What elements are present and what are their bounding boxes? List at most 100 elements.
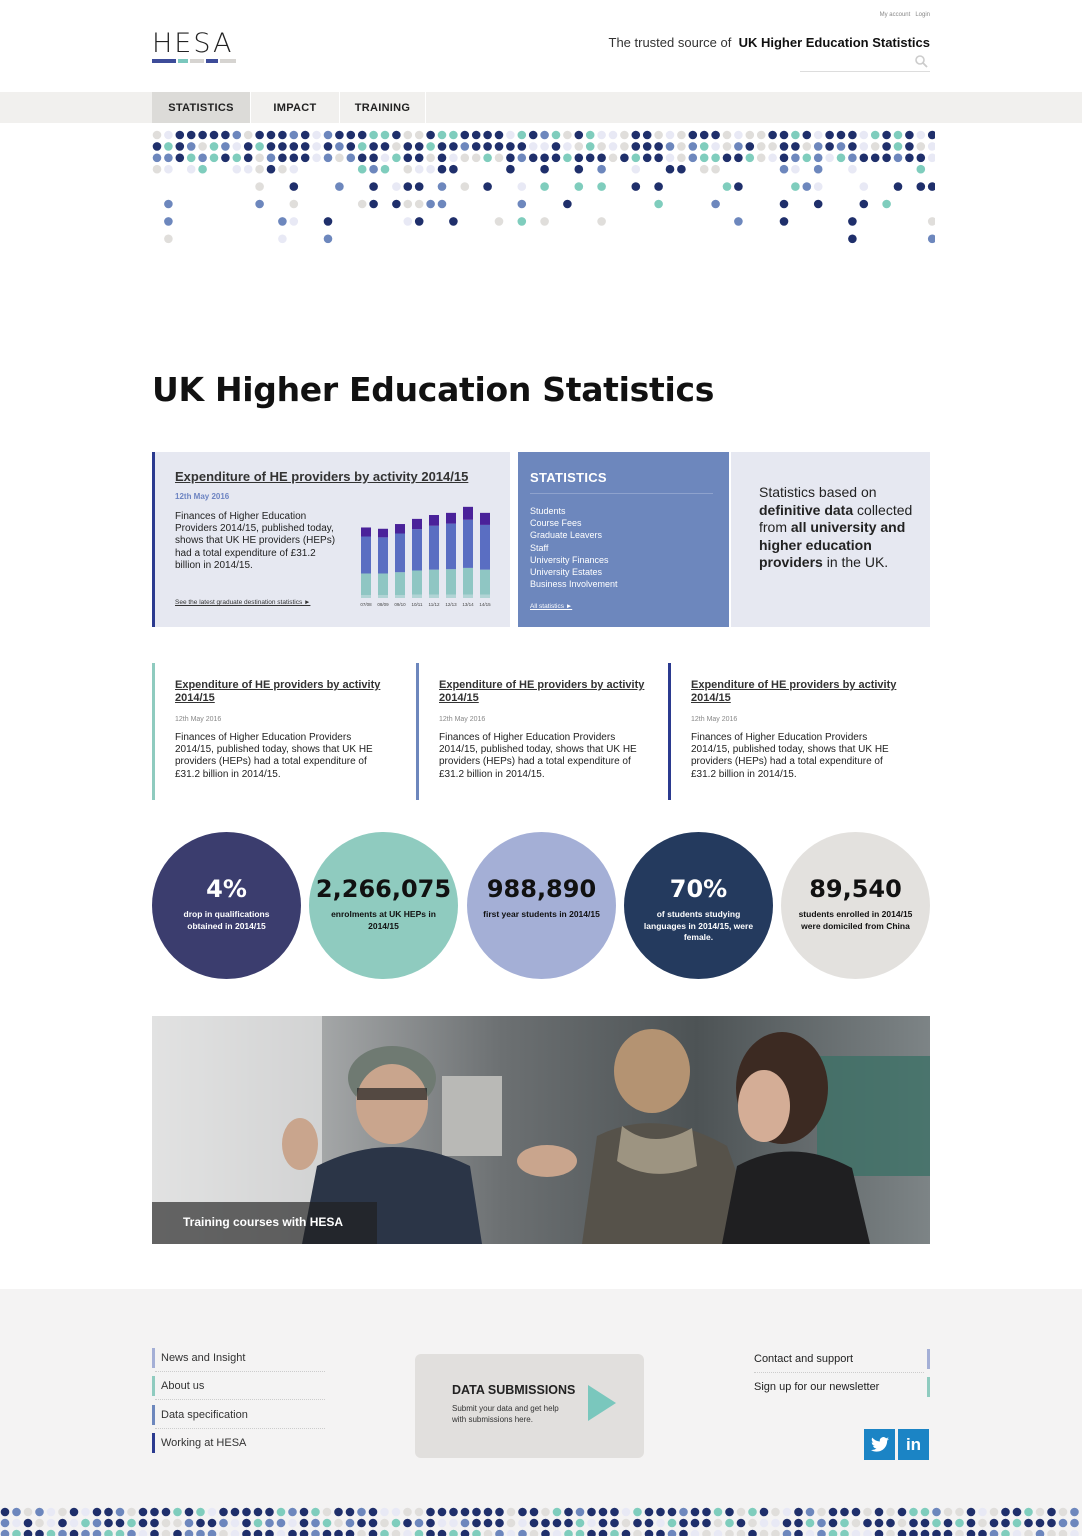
decorative-dot [312, 130, 321, 140]
all-statistics-link[interactable]: All statistics ► [530, 603, 572, 610]
statistics-item-students[interactable]: Students [530, 505, 618, 517]
footer-link-about[interactable]: About us [152, 1376, 325, 1396]
stat-value: 988,890 [486, 875, 597, 903]
decorative-dot [893, 153, 903, 163]
decorative-dot [278, 130, 287, 140]
article-title[interactable]: Expenditure of HE providers by activity … [175, 679, 385, 705]
stat-circle-qualifications: 4% drop in qualifications obtained in 20… [152, 832, 301, 979]
decorative-dot [813, 153, 823, 163]
tab-training[interactable]: TRAINING [340, 92, 426, 123]
decorative-dot [289, 153, 299, 163]
decorative-dot [1035, 1529, 1045, 1536]
decorative-dot [12, 1529, 21, 1536]
play-arrow-icon[interactable] [588, 1385, 616, 1421]
graduate-destination-link[interactable]: See the latest graduate destination stat… [175, 599, 310, 606]
login-link[interactable]: Login [915, 12, 930, 18]
chart-bar-segment [378, 573, 388, 595]
statistics-item-course-fees[interactable]: Course Fees [530, 517, 618, 529]
decorative-dot [813, 142, 823, 151]
decorative-dot [886, 1507, 895, 1517]
decorative-dot [494, 153, 504, 163]
decorative-dot [437, 182, 447, 191]
footer-link-contact[interactable]: Contact and support [754, 1349, 930, 1369]
decorative-dot [265, 1529, 274, 1536]
decorative-dot [748, 1518, 757, 1528]
decorative-dot [414, 164, 424, 174]
decorative-dot [506, 164, 515, 174]
decorative-dot [437, 1518, 447, 1528]
decorative-dot [882, 142, 891, 151]
decorative-dot [255, 199, 264, 209]
decorative-dot [909, 1529, 918, 1536]
statistics-menu: STATISTICS Students Course Fees Graduate… [518, 452, 729, 627]
banner-caption[interactable]: Training courses with HESA [152, 1202, 377, 1244]
training-banner-photo[interactable]: Training courses with HESA [152, 1016, 930, 1244]
decorative-dot [138, 1529, 148, 1536]
tab-impact[interactable]: IMPACT [251, 92, 340, 123]
my-account-link[interactable]: My account [880, 12, 911, 18]
footer-link-data-spec[interactable]: Data specification [152, 1405, 325, 1425]
decorative-dot [768, 130, 777, 140]
decorative-dot [221, 153, 230, 163]
decorative-dot [1001, 1518, 1010, 1528]
decorative-dot [654, 153, 663, 163]
decorative-dot [92, 1518, 102, 1528]
decorative-dot [551, 153, 561, 163]
decorative-dot [483, 1529, 493, 1536]
decorative-dot [541, 1518, 550, 1528]
decorative-dot [679, 1507, 688, 1517]
footer-link-news[interactable]: News and Insight [152, 1348, 325, 1368]
decorative-dot [528, 153, 538, 163]
statistics-item-university-estates[interactable]: University Estates [530, 566, 618, 578]
article-title[interactable]: Expenditure of HE providers by activity … [691, 679, 901, 705]
decorative-dot [587, 1507, 596, 1517]
decorative-dot [654, 130, 663, 140]
search-input[interactable] [800, 54, 930, 72]
decorative-dot [335, 182, 344, 191]
stat-label: first year students in 2014/15 [483, 909, 600, 919]
decorative-dot [794, 1518, 803, 1528]
data-submissions-card[interactable]: DATA SUBMISSIONS Submit your data and ge… [415, 1354, 644, 1458]
statistics-item-staff[interactable]: Staff [530, 542, 618, 554]
decorative-dot [1001, 1529, 1010, 1536]
statistics-item-business-involvement[interactable]: Business Involvement [530, 578, 618, 590]
decorative-dot [905, 153, 914, 163]
decorative-dot [552, 1518, 562, 1528]
decorative-dot [161, 1518, 171, 1528]
footer-link-working[interactable]: Working at HESA [152, 1433, 325, 1453]
article-title[interactable]: Expenditure of HE providers by activity … [439, 679, 649, 705]
decorative-dot [173, 1518, 182, 1528]
decorative-dot [472, 1507, 481, 1517]
decorative-dot [859, 130, 869, 140]
chart-tick-label: 07/08 [360, 602, 372, 607]
hesa-logo[interactable]: HESA [152, 28, 236, 63]
decorative-dot [323, 130, 333, 140]
search-icon[interactable] [915, 55, 928, 68]
footer-link-newsletter[interactable]: Sign up for our newsletter [754, 1377, 930, 1397]
decorative-dot [631, 164, 641, 174]
decorative-dot [164, 199, 173, 209]
statistics-item-university-finances[interactable]: University Finances [530, 554, 618, 566]
featured-article-title[interactable]: Expenditure of HE providers by activity … [175, 469, 468, 484]
decorative-dot [574, 182, 584, 191]
decorative-dot [722, 182, 732, 191]
account-links: My account Login [880, 12, 930, 18]
decorative-dot [759, 1529, 769, 1536]
chart-bar-segment [480, 594, 490, 598]
statistics-item-graduate-leavers[interactable]: Graduate Leavers [530, 529, 618, 541]
decorative-dot [311, 1507, 320, 1517]
decorative-dot [312, 153, 321, 163]
tab-statistics[interactable]: STATISTICS [152, 92, 251, 123]
decorative-dot [517, 199, 527, 209]
decorative-dot [380, 1518, 389, 1528]
chart-bar-segment [446, 512, 456, 524]
decorative-dot [927, 182, 935, 191]
chart-tick-label: 13/14 [462, 602, 474, 607]
linkedin-icon[interactable]: in [898, 1429, 929, 1460]
decorative-dot [955, 1518, 964, 1528]
chart-bar-segment [412, 518, 422, 530]
decorative-dot [460, 1518, 470, 1528]
twitter-icon[interactable] [864, 1429, 895, 1460]
decorative-dot [828, 1518, 838, 1528]
stat-value: 2,266,075 [315, 875, 452, 903]
